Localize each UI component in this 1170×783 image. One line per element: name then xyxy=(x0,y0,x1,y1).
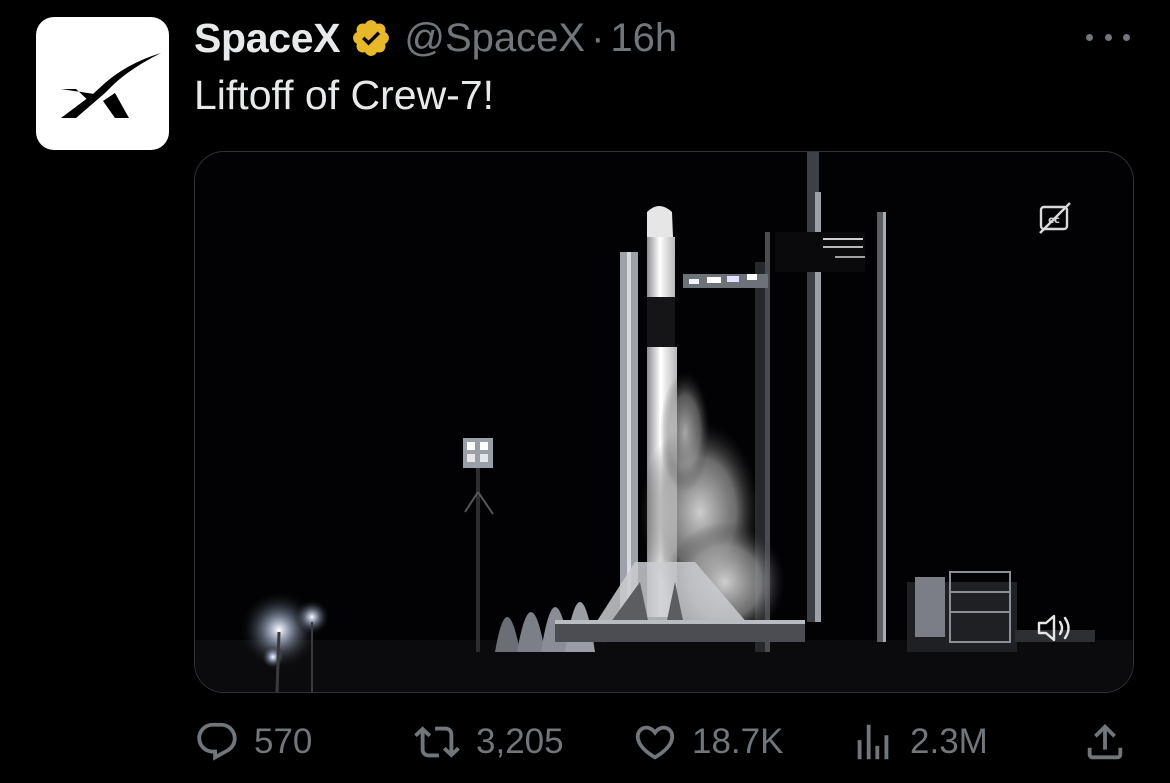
volume-muted-icon[interactable] xyxy=(1035,610,1075,646)
views-chart-icon xyxy=(857,724,889,760)
heart-icon xyxy=(635,725,675,760)
display-name[interactable]: SpaceX xyxy=(194,15,341,62)
like-button[interactable]: 18.7K xyxy=(632,712,783,772)
more-options-icon[interactable] xyxy=(1086,22,1130,52)
views-count: 2.3M xyxy=(910,722,988,761)
tweet: SpaceX @SpaceX · 16h Liftoff of Crew-7! xyxy=(0,0,1170,783)
reply-button[interactable]: 570 xyxy=(194,712,312,772)
retweet-button[interactable]: 3,205 xyxy=(412,712,564,772)
views-button[interactable]: 2.3M xyxy=(850,712,988,772)
reply-count: 570 xyxy=(254,722,313,761)
retweet-count: 3,205 xyxy=(476,722,564,761)
spacex-logo-icon xyxy=(60,52,161,118)
closed-captions-icon[interactable]: cc xyxy=(1037,200,1073,236)
user-handle[interactable]: @SpaceX xyxy=(404,16,585,61)
verified-badge-icon[interactable] xyxy=(350,17,392,59)
tweet-header: SpaceX @SpaceX · 16h xyxy=(194,12,677,64)
tweet-actions: 570 3,205 18.7K 2.3M xyxy=(194,712,1134,772)
timestamp[interactable]: 16h xyxy=(610,16,677,61)
launch-video-frame xyxy=(195,152,1133,692)
avatar[interactable] xyxy=(36,17,169,150)
share-icon xyxy=(1087,723,1123,760)
share-button[interactable] xyxy=(1082,712,1128,772)
reply-icon xyxy=(197,722,237,761)
like-count: 18.7K xyxy=(692,722,784,761)
tweet-text: Liftoff of Crew-7! xyxy=(194,72,495,118)
retweet-icon xyxy=(414,726,460,758)
separator-dot: · xyxy=(591,15,605,60)
video-player[interactable]: cc xyxy=(194,151,1134,693)
